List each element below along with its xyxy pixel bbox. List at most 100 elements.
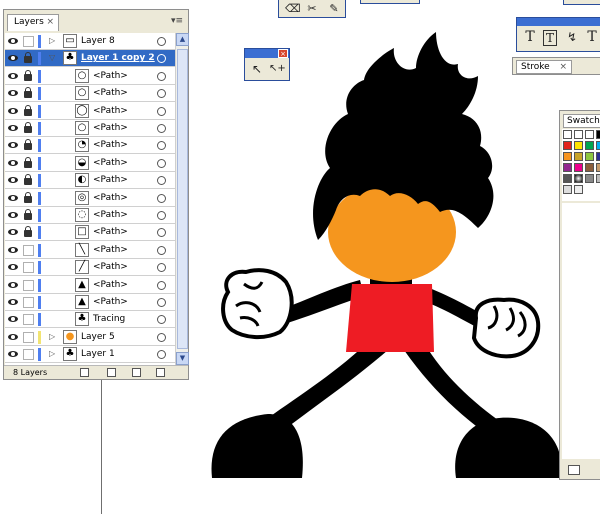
visibility-toggle[interactable] — [7, 70, 20, 82]
swatch-blue[interactable] — [596, 152, 600, 161]
lock-toggle[interactable] — [22, 139, 35, 151]
path-row[interactable]: ○ <Path> — [5, 120, 175, 137]
visibility-toggle[interactable] — [7, 105, 20, 117]
swatch-orange[interactable] — [563, 152, 572, 161]
visibility-toggle[interactable] — [7, 139, 20, 151]
swatch-cyan[interactable] — [596, 141, 600, 150]
make-clipping-mask-icon[interactable] — [80, 368, 89, 377]
swatch-libraries-icon[interactable] — [568, 465, 580, 475]
layer-name[interactable]: <Path> — [93, 243, 128, 257]
target-circle-icon[interactable] — [157, 211, 166, 220]
target-circle-icon[interactable] — [157, 37, 166, 46]
knife-tool-icon[interactable]: ✎ — [327, 2, 341, 16]
layer-list-scrollbar[interactable]: ▲ ▼ — [175, 33, 189, 365]
path-row[interactable]: ◔ <Path> — [5, 137, 175, 155]
lock-toggle[interactable] — [22, 209, 35, 221]
lock-toggle[interactable] — [22, 174, 35, 186]
layer-row[interactable]: ▷ ▭ Layer 8 — [5, 33, 175, 50]
target-circle-icon[interactable] — [157, 228, 166, 238]
swatch-gray-pale[interactable] — [574, 185, 583, 194]
create-new-layer-icon[interactable] — [132, 368, 141, 377]
type-tool-icon[interactable]: T — [523, 30, 537, 44]
create-sublayer-icon[interactable] — [107, 368, 116, 377]
close-icon[interactable]: × — [46, 15, 54, 30]
visibility-toggle[interactable] — [7, 296, 20, 308]
swatch-pattern[interactable] — [596, 174, 600, 183]
delete-layer-icon[interactable] — [156, 368, 165, 377]
path-row[interactable]: ╲ <Path> — [5, 242, 175, 259]
expand-triangle-icon[interactable]: ▷ — [49, 332, 57, 341]
swatch-gradient[interactable] — [574, 174, 583, 183]
target-circle-icon[interactable] — [157, 298, 166, 307]
swatch-brown[interactable] — [585, 163, 594, 172]
visibility-toggle[interactable] — [7, 348, 20, 360]
tab-layers[interactable]: Layers × — [7, 14, 59, 31]
path-row[interactable]: ▲ <Path> — [5, 294, 175, 311]
swatch-none[interactable] — [563, 130, 572, 139]
layer-name[interactable]: <Path> — [93, 156, 128, 170]
path-row[interactable]: ○ <Path> — [5, 85, 175, 103]
layer-row[interactable]: ▷ ♣ Layer 1 — [5, 346, 175, 364]
target-circle-icon[interactable] — [157, 280, 166, 290]
visibility-toggle[interactable] — [7, 261, 20, 273]
layer-name[interactable]: Tracing — [93, 312, 125, 326]
path-row[interactable]: ○ <Path> — [5, 68, 175, 85]
visibility-toggle[interactable] — [7, 157, 20, 169]
lock-toggle[interactable] — [22, 35, 35, 47]
layer-name[interactable]: <Path> — [93, 69, 128, 83]
visibility-toggle[interactable] — [7, 244, 20, 256]
path-row[interactable]: ◒ <Path> — [5, 155, 175, 172]
direct-selection-icon[interactable]: ↖ — [250, 62, 264, 76]
target-circle-icon[interactable] — [157, 176, 166, 186]
lock-toggle[interactable] — [22, 296, 35, 308]
layer-name[interactable]: <Path> — [93, 260, 128, 274]
target-circle-icon[interactable] — [157, 89, 166, 99]
layer-name[interactable]: <Path> — [93, 138, 128, 152]
swatch-lime[interactable] — [585, 152, 594, 161]
visibility-toggle[interactable] — [7, 226, 20, 238]
target-circle-icon[interactable] — [157, 141, 166, 151]
visibility-toggle[interactable] — [7, 192, 20, 204]
target-circle-icon[interactable] — [157, 245, 166, 255]
path-row[interactable]: ◐ <Path> — [5, 172, 175, 190]
layer-name[interactable]: <Path> — [93, 121, 128, 135]
close-icon[interactable]: × — [559, 61, 567, 73]
target-circle-icon[interactable] — [157, 158, 166, 168]
swatch-green[interactable] — [585, 141, 594, 150]
vertical-type-tool-icon[interactable]: T — [585, 30, 599, 44]
lock-toggle[interactable] — [22, 52, 35, 64]
target-circle-icon[interactable] — [157, 315, 166, 325]
target-circle-icon[interactable] — [157, 54, 166, 64]
swatch-black[interactable] — [596, 130, 600, 139]
area-type-tool-icon[interactable]: T — [543, 30, 557, 46]
layer-name[interactable]: <Path> — [93, 86, 128, 100]
panel-title-bar[interactable] — [517, 18, 600, 26]
layer-row[interactable]: ▽ ♣ Layer 1 copy 2 — [5, 50, 175, 68]
type-on-path-icon[interactable]: ↯ — [565, 30, 579, 44]
target-circle-icon[interactable] — [157, 350, 166, 360]
lock-toggle[interactable] — [22, 279, 35, 291]
target-circle-icon[interactable] — [157, 124, 166, 133]
lock-toggle[interactable] — [22, 104, 35, 117]
visibility-toggle[interactable] — [7, 52, 20, 64]
swatch-white[interactable] — [585, 130, 594, 139]
layer-name[interactable]: <Path> — [93, 173, 128, 187]
lock-toggle[interactable] — [22, 191, 35, 204]
scroll-down-icon[interactable]: ▼ — [176, 352, 189, 365]
path-row[interactable]: ◎ <Path> — [5, 190, 175, 207]
layer-name[interactable]: Layer 1 copy 2 — [81, 51, 155, 65]
close-icon[interactable]: × — [278, 49, 288, 58]
lock-toggle[interactable] — [22, 331, 35, 343]
swatch-magenta[interactable] — [574, 163, 583, 172]
panel-menu-icon[interactable]: ▾≡ — [171, 16, 185, 26]
swatch-gray-light[interactable] — [563, 185, 572, 194]
swatch-gray-mid[interactable] — [585, 174, 594, 183]
lock-toggle[interactable] — [22, 69, 35, 82]
swatch-purple[interactable] — [563, 163, 572, 172]
swatch-red[interactable] — [563, 141, 572, 150]
layer-name[interactable]: Layer 8 — [81, 34, 115, 48]
target-circle-icon[interactable] — [157, 106, 166, 116]
layer-name[interactable]: Layer 5 — [81, 330, 115, 344]
lock-toggle[interactable] — [22, 156, 35, 169]
target-circle-icon[interactable] — [157, 332, 166, 342]
